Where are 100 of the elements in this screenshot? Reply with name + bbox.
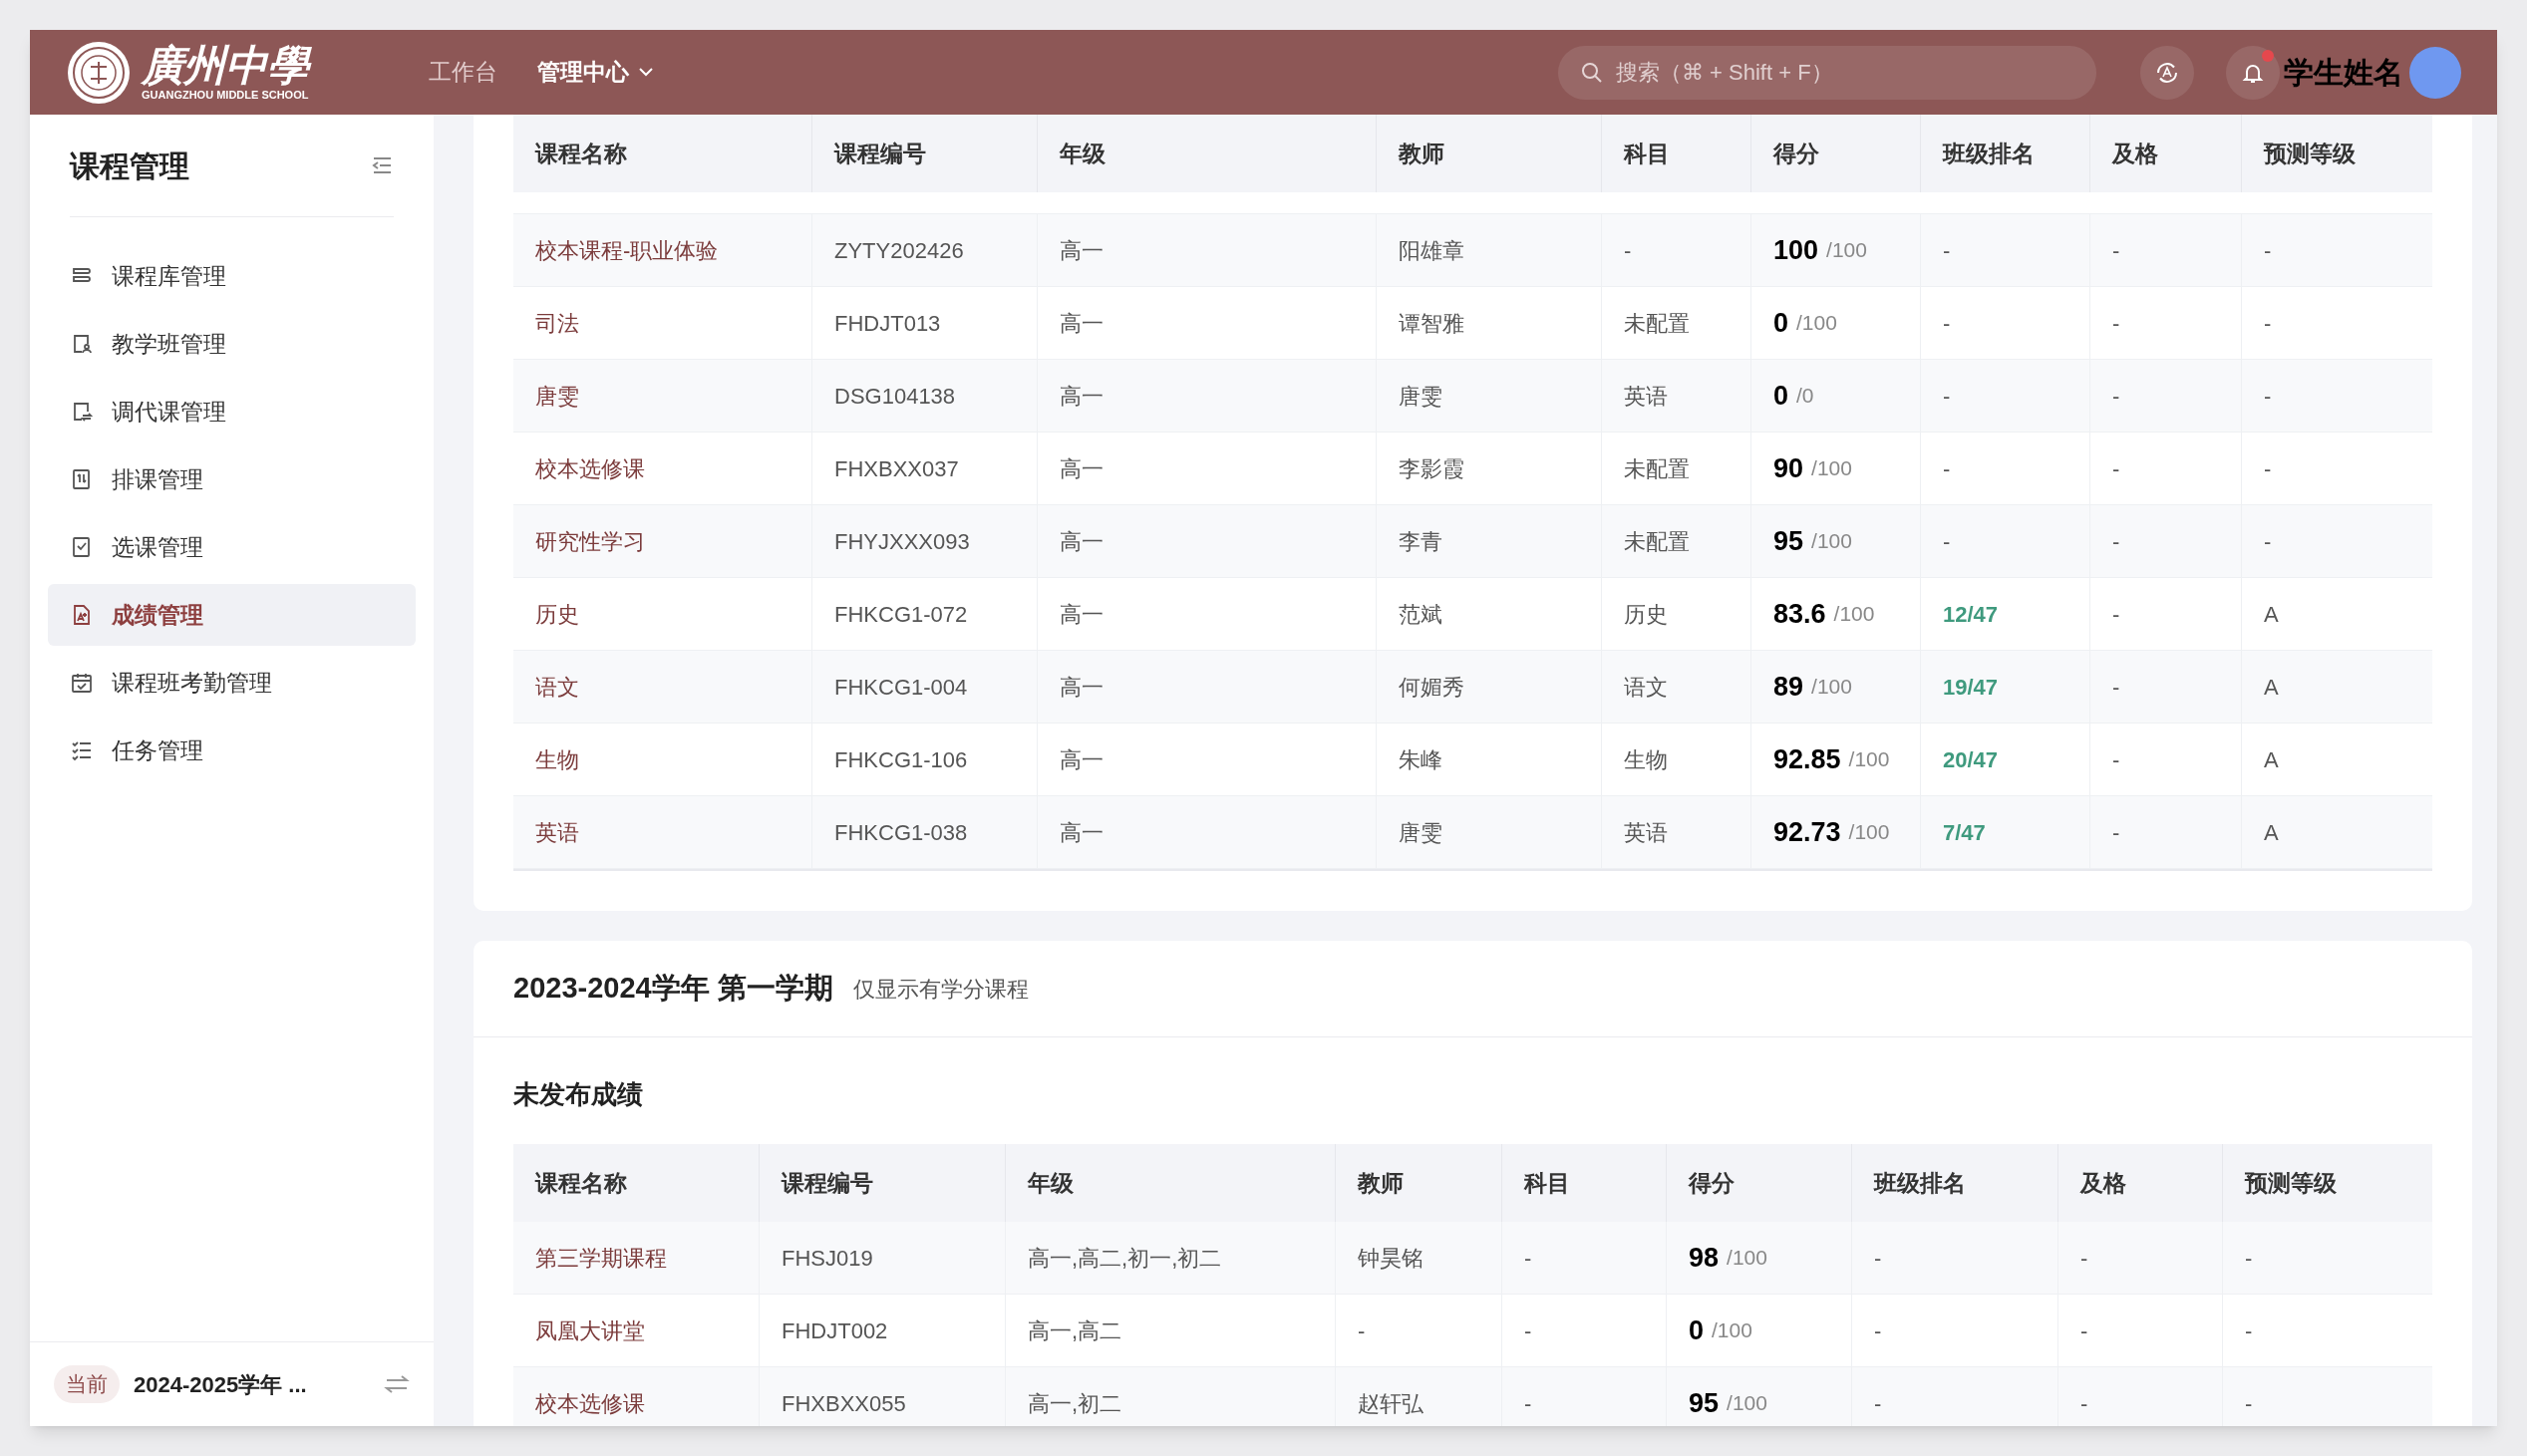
table-cell-text: - [1358,1316,1366,1345]
course-link[interactable]: 语文 [535,670,579,704]
score-total: /100 [1796,310,1837,337]
column-header: 教师 [1377,115,1602,192]
course-link[interactable]: 唐雯 [535,379,579,413]
column-header: 得分 [1751,115,1921,192]
table-cell-text: 钟昊铭 [1358,1244,1423,1273]
course-link[interactable]: 英语 [535,815,579,849]
table-cell-text: 未配置 [1624,454,1690,483]
calendar-check-icon [70,671,94,695]
table-cell-text: - [1624,236,1632,265]
table-cell-text: 高一 [1060,818,1104,847]
score-value: 98 [1689,1241,1720,1275]
table-cell-text: FHYJXXX093 [834,527,970,556]
class-rank: - [1943,236,1951,265]
course-link[interactable]: 第三学期课程 [535,1241,667,1275]
score-total: /100 [1727,1390,1767,1417]
nav-tab[interactable]: 管理中心 [537,55,653,90]
table-cell-text: FHXBXX037 [834,454,959,483]
table-cell-text: 李影霞 [1399,454,1464,483]
course-link[interactable]: 凤凰大讲堂 [535,1313,645,1347]
class-rank: - [1874,1389,1882,1418]
course-link[interactable]: 校本选修课 [535,451,645,485]
column-header: 预测等级 [2262,139,2357,168]
table-cell-text: - [2245,1316,2253,1345]
table-cell-text: - [2112,454,2120,483]
class-rank: 12/47 [1943,600,1999,629]
table-cell-text: 未配置 [1624,527,1690,556]
table-cell-text: A [2264,600,2279,629]
table-cell-text: 未配置 [1624,309,1690,338]
table-cell-text: 高一 [1060,527,1104,556]
score-value: 92.85 [1773,742,1841,776]
school-name-english: GUANGZHOU MIDDLE SCHOOL [142,89,309,101]
class-rank: 19/47 [1943,673,1999,702]
table-cell-text: FHKCG1-106 [834,745,968,774]
sidebar-item[interactable]: 课程班考勤管理 [48,652,416,714]
score-value: 92.73 [1773,815,1841,849]
course-link[interactable]: 历史 [535,597,579,631]
score-total: /0 [1796,383,1814,410]
course-link[interactable]: 司法 [535,306,579,340]
nav-tab[interactable]: 工作台 [429,55,497,90]
table-cell-text: - [2112,745,2120,774]
column-header: 课程名称 [513,115,812,192]
table-cell-text: FHKCG1-004 [834,673,968,702]
table-cell-text: 唐雯 [1399,818,1442,847]
table-cell-text: 高一,高二,初一,初二 [1028,1244,1222,1273]
table-cell-text: - [1524,1316,1532,1345]
checklist-icon [70,738,94,762]
column-header: 班级排名 [1921,115,2090,192]
table-cell-text: 高一 [1060,454,1104,483]
class-rank: - [1943,454,1951,483]
table-cell-text: - [1524,1244,1532,1273]
sidebar-item[interactable]: 排课管理 [48,448,416,510]
table-cell-text: - [2264,236,2272,265]
table-cell-text: 谭智雅 [1399,309,1464,338]
table-cell-text: 朱峰 [1399,745,1442,774]
column-header: 年级 [1038,115,1377,192]
course-link[interactable]: 校本课程-职业体验 [535,233,719,267]
score-total: /100 [1826,237,1867,264]
current-term: 2024-2025学年 ... [134,1370,307,1399]
table-cell-text: 高一 [1060,600,1104,629]
table-cell-text: 阳雄章 [1399,236,1464,265]
table-cell-text: - [2080,1389,2088,1418]
class-rank: - [1943,309,1951,338]
table-cell-text: 赵轩弘 [1358,1389,1423,1418]
class-rank: - [1874,1244,1882,1273]
table-cell-text: 生物 [1624,745,1668,774]
sidebar-item[interactable]: 课程库管理 [48,245,416,307]
table-cell-text: - [2264,454,2272,483]
column-header: 及格 [2090,115,2242,192]
course-link[interactable]: 研究性学习 [535,524,645,558]
score-total: /100 [1811,674,1852,701]
score-value: 0 [1773,379,1789,413]
score-total: /100 [1712,1317,1752,1344]
table-cell-text: 高一 [1060,382,1104,411]
table-cell-text: FHKCG1-072 [834,600,968,629]
sidebar-item[interactable]: 调代课管理 [48,381,416,442]
table-cell-text: FHKCG1-038 [834,818,968,847]
table-cell-text: - [2264,527,2272,556]
avatar[interactable] [2409,46,2461,99]
table-cell-text: ZYTY202426 [834,236,964,265]
table-cell-text: - [2080,1244,2088,1273]
sidebar-item[interactable]: 任务管理 [48,720,416,781]
class-rank: - [1943,382,1951,411]
sidebar-item[interactable]: 选课管理 [48,516,416,578]
table-cell-text: 唐雯 [1399,382,1442,411]
table-cell-text: 英语 [1624,818,1668,847]
score-value: 95 [1773,524,1804,558]
table-cell-text: 高一 [1060,745,1104,774]
table-cell-text: FHDJT013 [834,309,941,338]
course-link[interactable]: 校本选修课 [535,1386,645,1420]
sidebar-item[interactable]: 成绩管理 [48,584,416,646]
course-link[interactable]: 生物 [535,742,579,776]
table-cell-text: 高一 [1060,673,1104,702]
table-cell-text: - [2080,1316,2088,1345]
score-total: /100 [1727,1245,1767,1272]
column-header: 科目 [1602,115,1751,192]
sidebar-item[interactable]: 教学班管理 [48,313,416,375]
table-cell-text: - [1524,1389,1532,1418]
class-rank: - [1874,1316,1882,1345]
